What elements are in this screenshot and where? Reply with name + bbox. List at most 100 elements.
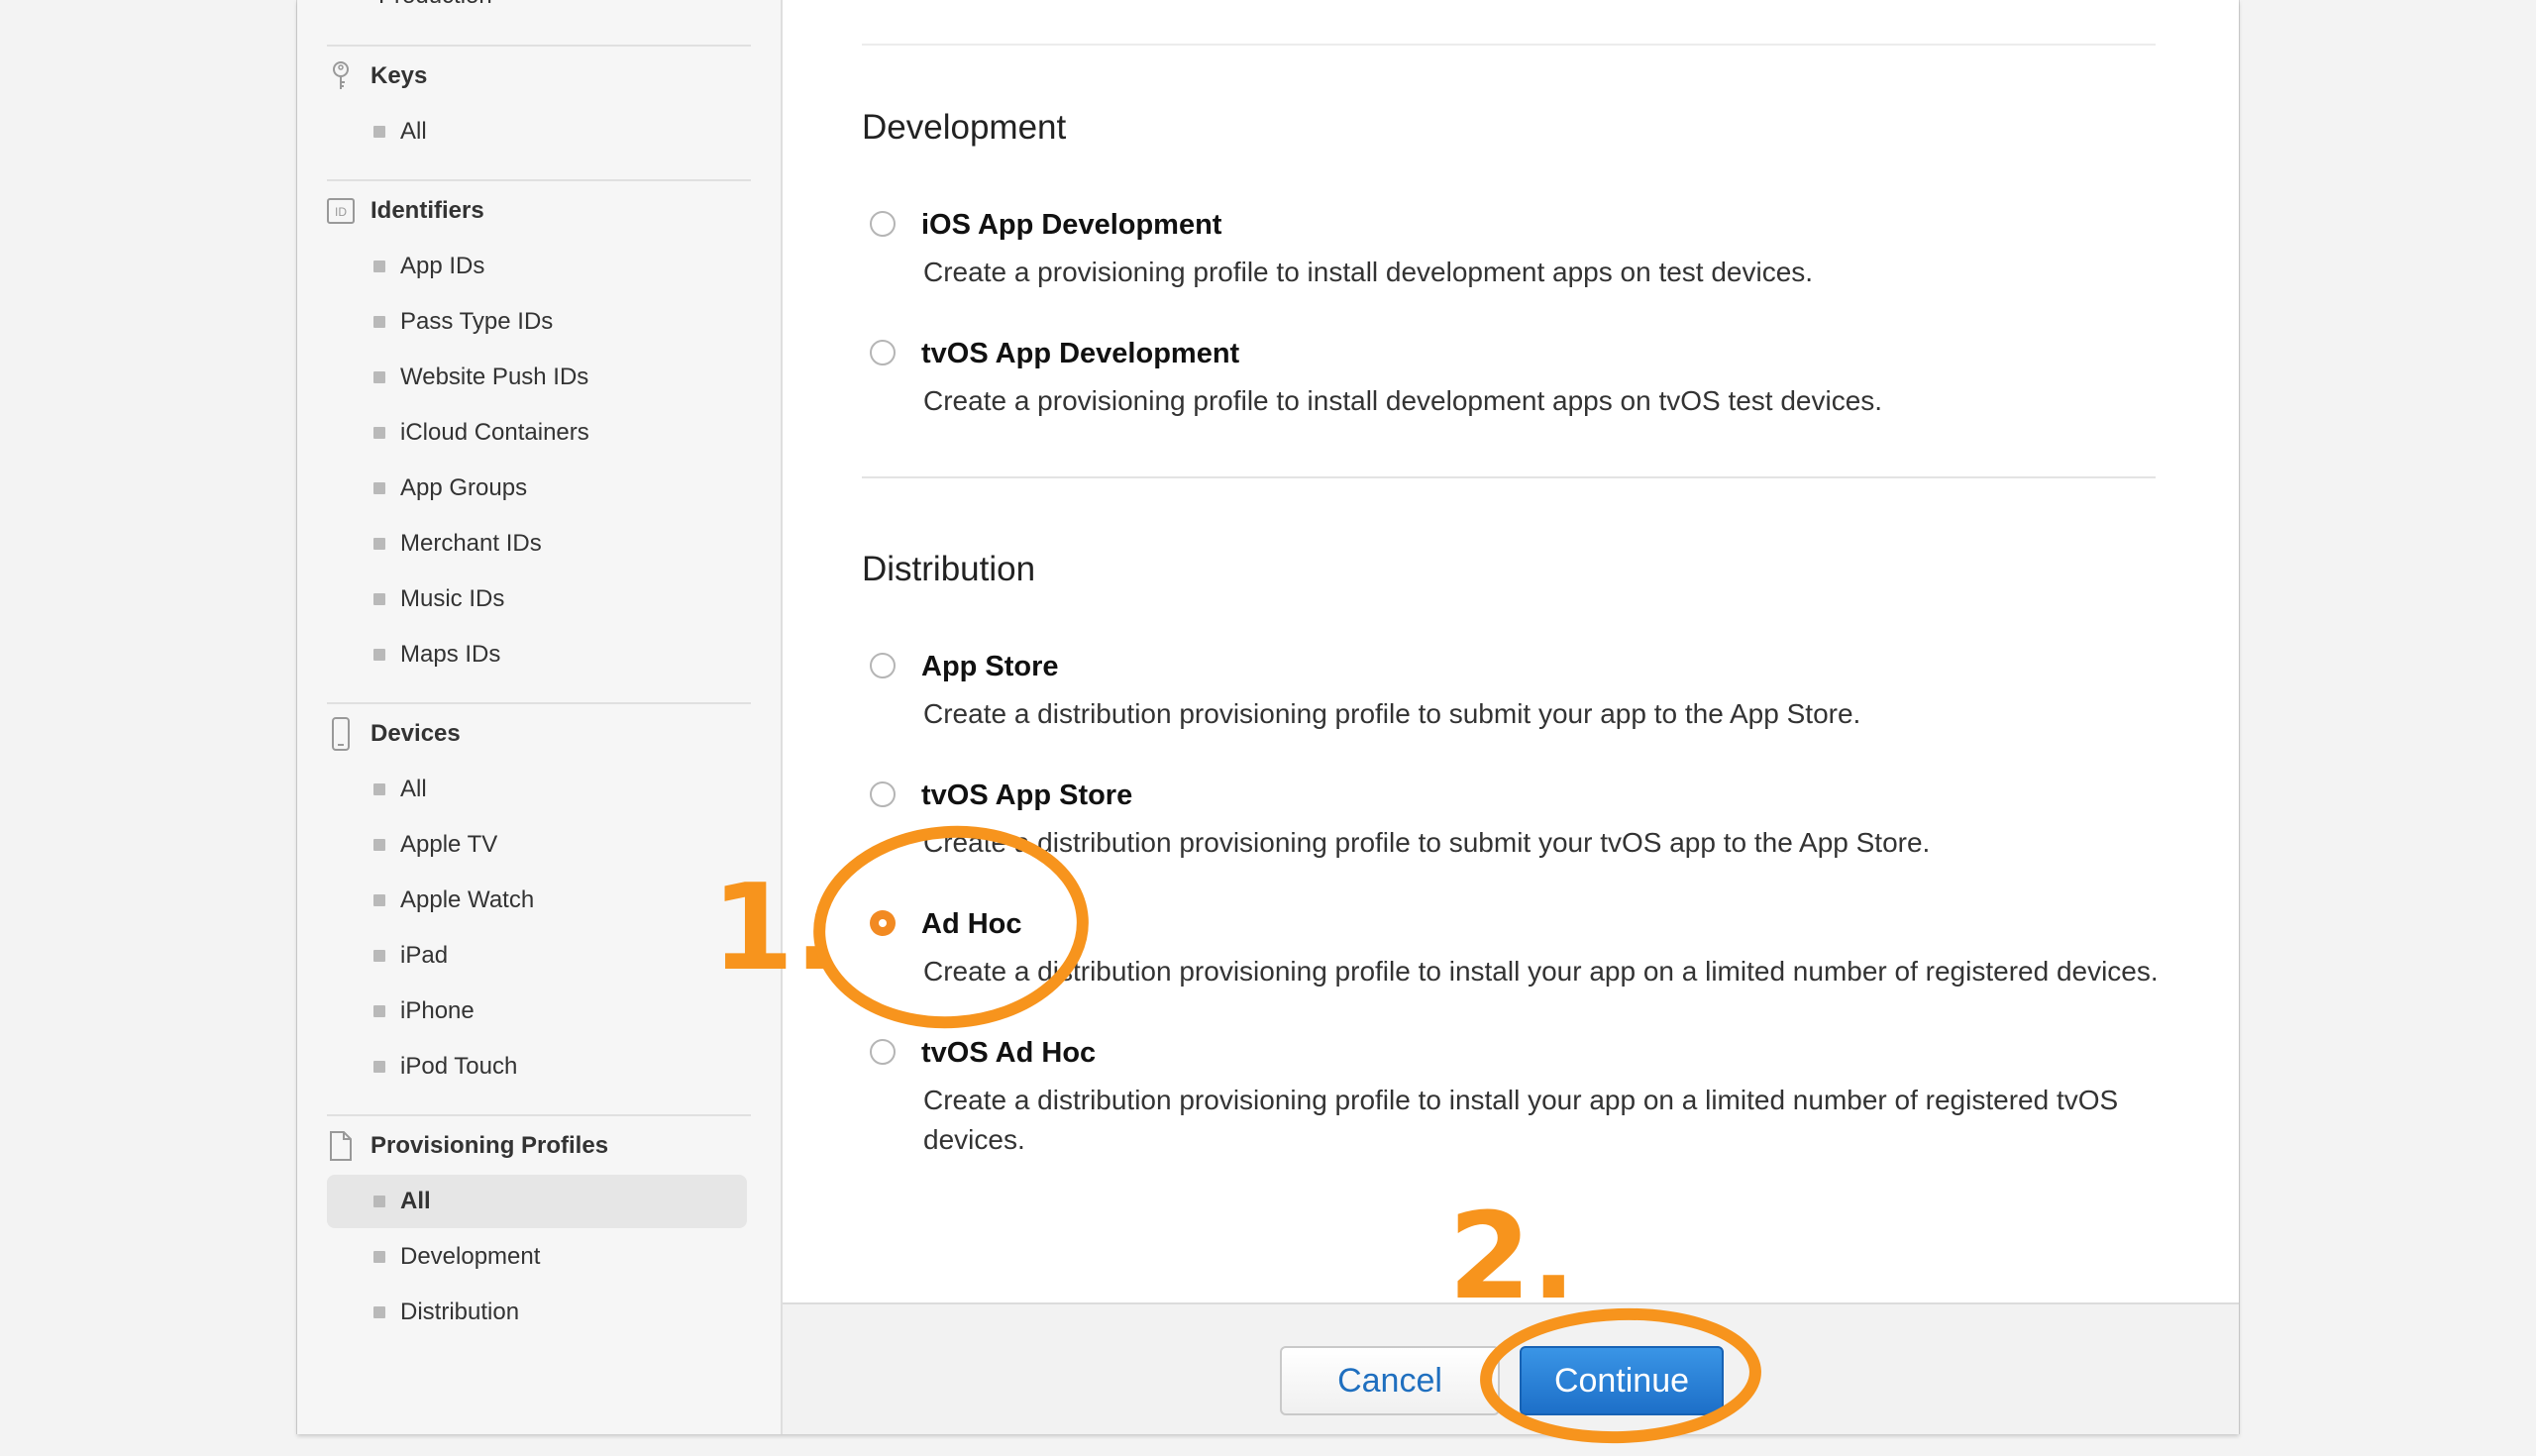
bullet-icon — [373, 538, 385, 550]
cancel-button[interactable]: Cancel — [1280, 1346, 1500, 1415]
key-icon — [327, 59, 355, 93]
sidebar-header-devices[interactable]: Devices — [327, 714, 461, 754]
sidebar-item-keys-all[interactable]: All — [327, 105, 747, 158]
sidebar-item-profiles-development[interactable]: Development — [327, 1230, 747, 1284]
sidebar-item-music-ids[interactable]: Music IDs — [327, 572, 747, 626]
sidebar-item-ipod-touch[interactable]: iPod Touch — [327, 1040, 747, 1093]
bullet-icon — [373, 1005, 385, 1017]
step-1-annotation: 1. — [711, 860, 840, 997]
sidebar-item-profiles-all[interactable]: All — [327, 1175, 747, 1228]
sidebar-header-label: Identifiers — [370, 197, 484, 224]
option-title: iOS App Development — [921, 209, 1222, 241]
sidebar-header-label: Provisioning Profiles — [370, 1132, 609, 1159]
bullet-icon — [373, 1196, 385, 1207]
document-icon — [327, 1129, 355, 1163]
section-divider — [862, 476, 2156, 478]
bullet-icon — [373, 894, 385, 906]
continue-button[interactable]: Continue — [1520, 1346, 1724, 1415]
bullet-icon — [373, 1251, 385, 1263]
sidebar-item-pass-type-ids[interactable]: Pass Type IDs — [327, 295, 747, 349]
sidebar-item-label: All — [400, 118, 427, 145]
bullet-icon — [373, 482, 385, 494]
svg-text:ID: ID — [335, 205, 347, 219]
bullet-icon — [373, 316, 385, 328]
sidebar-item-icloud-containers[interactable]: iCloud Containers — [327, 406, 747, 460]
sidebar-item-label: All — [400, 1188, 431, 1214]
bullet-icon — [373, 783, 385, 795]
device-icon — [327, 717, 355, 751]
radio-button[interactable] — [870, 781, 896, 807]
option-title: tvOS Ad Hoc — [921, 1037, 1097, 1069]
sidebar-divider — [327, 702, 751, 704]
bullet-icon — [373, 593, 385, 605]
bullet-icon — [373, 126, 385, 138]
bullet-icon — [373, 371, 385, 383]
sidebar-item-label: App IDs — [400, 253, 485, 279]
bullet-icon — [373, 427, 385, 439]
development-heading: Development — [862, 108, 1067, 147]
option-description: Create a distribution provisioning profi… — [923, 1085, 2119, 1155]
app-window: Production Keys All ID Identifiers App I… — [297, 0, 2239, 1434]
option-description: Create a provisioning profile to install… — [923, 257, 1814, 287]
sidebar: Production Keys All ID Identifiers App I… — [297, 0, 783, 1434]
sidebar-item-label: Merchant IDs — [400, 530, 542, 557]
step-2-annotation: 2. — [1448, 1189, 1577, 1326]
sidebar-item-profiles-distribution[interactable]: Distribution — [327, 1286, 747, 1339]
sidebar-item-label: iPod Touch — [400, 1053, 518, 1080]
sidebar-header-label: Keys — [370, 62, 428, 89]
bullet-icon — [373, 649, 385, 661]
sidebar-item-label: Music IDs — [400, 585, 505, 612]
option-title: Ad Hoc — [921, 908, 1022, 940]
bullet-icon — [373, 950, 385, 962]
sidebar-item-label: iPhone — [400, 997, 475, 1024]
radio-button[interactable] — [870, 340, 896, 365]
option-description: Create a distribution provisioning profi… — [923, 827, 1931, 858]
sidebar-item-ipad[interactable]: iPad — [327, 929, 747, 983]
main-content: Development iOS App Development Create a… — [783, 0, 2239, 1302]
radio-button-selected[interactable] — [870, 910, 896, 936]
sidebar-divider — [327, 179, 751, 181]
sidebar-item-label: App Groups — [400, 474, 528, 501]
sidebar-item-merchant-ids[interactable]: Merchant IDs — [327, 517, 747, 571]
sidebar-item-apple-watch[interactable]: Apple Watch — [327, 874, 747, 927]
sidebar-item-label: Development — [400, 1243, 541, 1270]
sidebar-item-label: All — [400, 776, 427, 802]
id-badge-icon: ID — [327, 194, 355, 228]
option-title: tvOS App Store — [921, 780, 1133, 811]
sidebar-header-provisioning-profiles[interactable]: Provisioning Profiles — [327, 1126, 608, 1166]
sidebar-item-website-push-ids[interactable]: Website Push IDs — [327, 351, 747, 404]
sidebar-item-apple-tv[interactable]: Apple TV — [327, 818, 747, 872]
sidebar-item-label: Distribution — [400, 1299, 520, 1325]
option-description: Create a distribution provisioning profi… — [923, 698, 1861, 729]
sidebar-header-label: Devices — [370, 720, 461, 747]
sidebar-divider — [327, 1114, 751, 1116]
sidebar-item-label: iPad — [400, 942, 449, 969]
sidebar-item-label: iCloud Containers — [400, 419, 589, 446]
radio-button[interactable] — [870, 1039, 896, 1065]
sidebar-item-label: Apple Watch — [400, 886, 535, 913]
sidebar-header-keys[interactable]: Keys — [327, 56, 427, 96]
sidebar-item-label: Pass Type IDs — [400, 308, 554, 335]
bullet-icon — [373, 1306, 385, 1318]
radio-button[interactable] — [870, 211, 896, 237]
sidebar-item-app-ids[interactable]: App IDs — [327, 240, 747, 293]
sidebar-item-maps-ids[interactable]: Maps IDs — [327, 628, 747, 681]
sidebar-item-devices-all[interactable]: All — [327, 763, 747, 816]
sidebar-item-label: Maps IDs — [400, 641, 501, 668]
bullet-icon — [373, 1061, 385, 1073]
sidebar-item-production[interactable]: Production — [378, 0, 492, 10]
bullet-icon — [373, 839, 385, 851]
sidebar-item-iphone[interactable]: iPhone — [327, 985, 747, 1038]
distribution-heading: Distribution — [862, 550, 1036, 588]
option-description: Create a distribution provisioning profi… — [923, 956, 2159, 987]
radio-button[interactable] — [870, 653, 896, 678]
sidebar-header-identifiers[interactable]: ID Identifiers — [327, 191, 484, 231]
sidebar-item-app-groups[interactable]: App Groups — [327, 462, 747, 515]
sidebar-divider — [327, 45, 751, 47]
section-divider — [862, 44, 2156, 46]
option-title: App Store — [921, 651, 1059, 682]
sidebar-item-label: Website Push IDs — [400, 364, 589, 390]
sidebar-item-label: Apple TV — [400, 831, 498, 858]
bullet-icon — [373, 260, 385, 272]
option-title: tvOS App Development — [921, 338, 1240, 369]
